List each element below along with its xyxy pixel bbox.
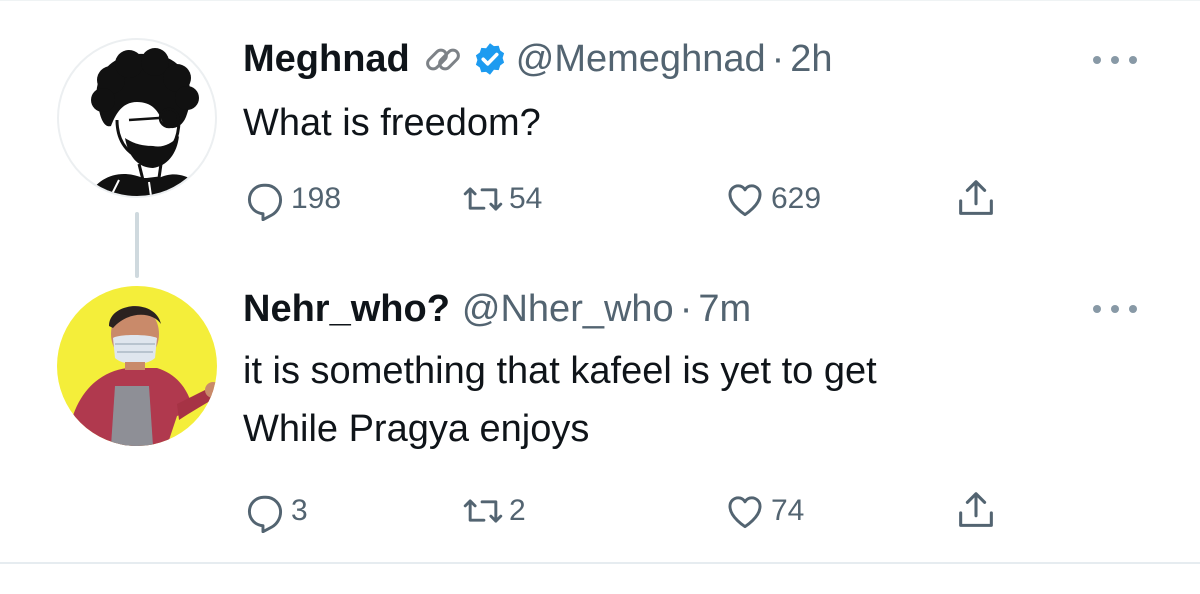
share-button[interactable]	[953, 486, 999, 536]
share-icon	[953, 176, 999, 222]
avatar-illustration	[89, 48, 207, 196]
retweet-count: 54	[509, 182, 543, 215]
tweet-text: it is something that kafeel is yet to ge…	[243, 342, 877, 458]
avatar[interactable]	[57, 38, 217, 198]
timestamp[interactable]: 2h	[790, 36, 832, 82]
bottom-divider	[0, 562, 1200, 564]
tweet-text-line: While Pragya enjoys	[243, 408, 590, 450]
top-divider	[0, 0, 1200, 1]
display-name[interactable]: Meghnad	[243, 36, 410, 82]
like-button[interactable]: 74	[723, 486, 804, 536]
avatar[interactable]	[57, 286, 217, 446]
share-button[interactable]	[953, 174, 999, 224]
reply-button[interactable]: 198	[243, 174, 341, 224]
separator-dot: ·	[771, 38, 785, 80]
retweet-count: 2	[509, 494, 526, 527]
link-icon	[424, 40, 462, 78]
like-count: 74	[771, 494, 805, 527]
reply-icon	[243, 177, 287, 221]
handle[interactable]: @Memeghnad	[516, 36, 766, 82]
tweet-header: Nehr_who? @Nher_who · 7m	[243, 286, 751, 332]
like-count: 629	[771, 182, 822, 215]
share-icon	[953, 488, 999, 534]
heart-icon	[723, 177, 767, 221]
retweet-button[interactable]: 2	[461, 486, 526, 536]
retweet-button[interactable]: 54	[461, 174, 542, 224]
more-options-icon[interactable]	[1093, 299, 1137, 319]
retweet-icon	[461, 177, 505, 221]
separator-dot: ·	[679, 288, 693, 330]
more-options-icon[interactable]	[1093, 50, 1137, 70]
reply-count: 3	[291, 494, 308, 527]
reply-button[interactable]: 3	[243, 486, 308, 536]
verified-badge-icon	[472, 41, 508, 77]
timestamp[interactable]: 7m	[698, 286, 751, 332]
tweet-text: What is freedom?	[243, 94, 541, 152]
tweet-actions: 198 54 629	[243, 174, 1023, 224]
tweet-header: Meghnad @Memeghnad · 2h	[243, 36, 833, 82]
reply-icon	[243, 489, 287, 533]
tweet-text-line: What is freedom?	[243, 102, 541, 144]
avatar-photo	[57, 286, 217, 446]
heart-icon	[723, 489, 767, 533]
thread-connector-line	[135, 212, 139, 278]
handle[interactable]: @Nher_who	[462, 286, 674, 332]
like-button[interactable]: 629	[723, 174, 821, 224]
reply-count: 198	[291, 182, 342, 215]
display-name[interactable]: Nehr_who?	[243, 286, 450, 332]
tweet-text-line: it is something that kafeel is yet to ge…	[243, 350, 877, 392]
tweet-actions: 3 2 74	[243, 486, 1023, 536]
retweet-icon	[461, 489, 505, 533]
